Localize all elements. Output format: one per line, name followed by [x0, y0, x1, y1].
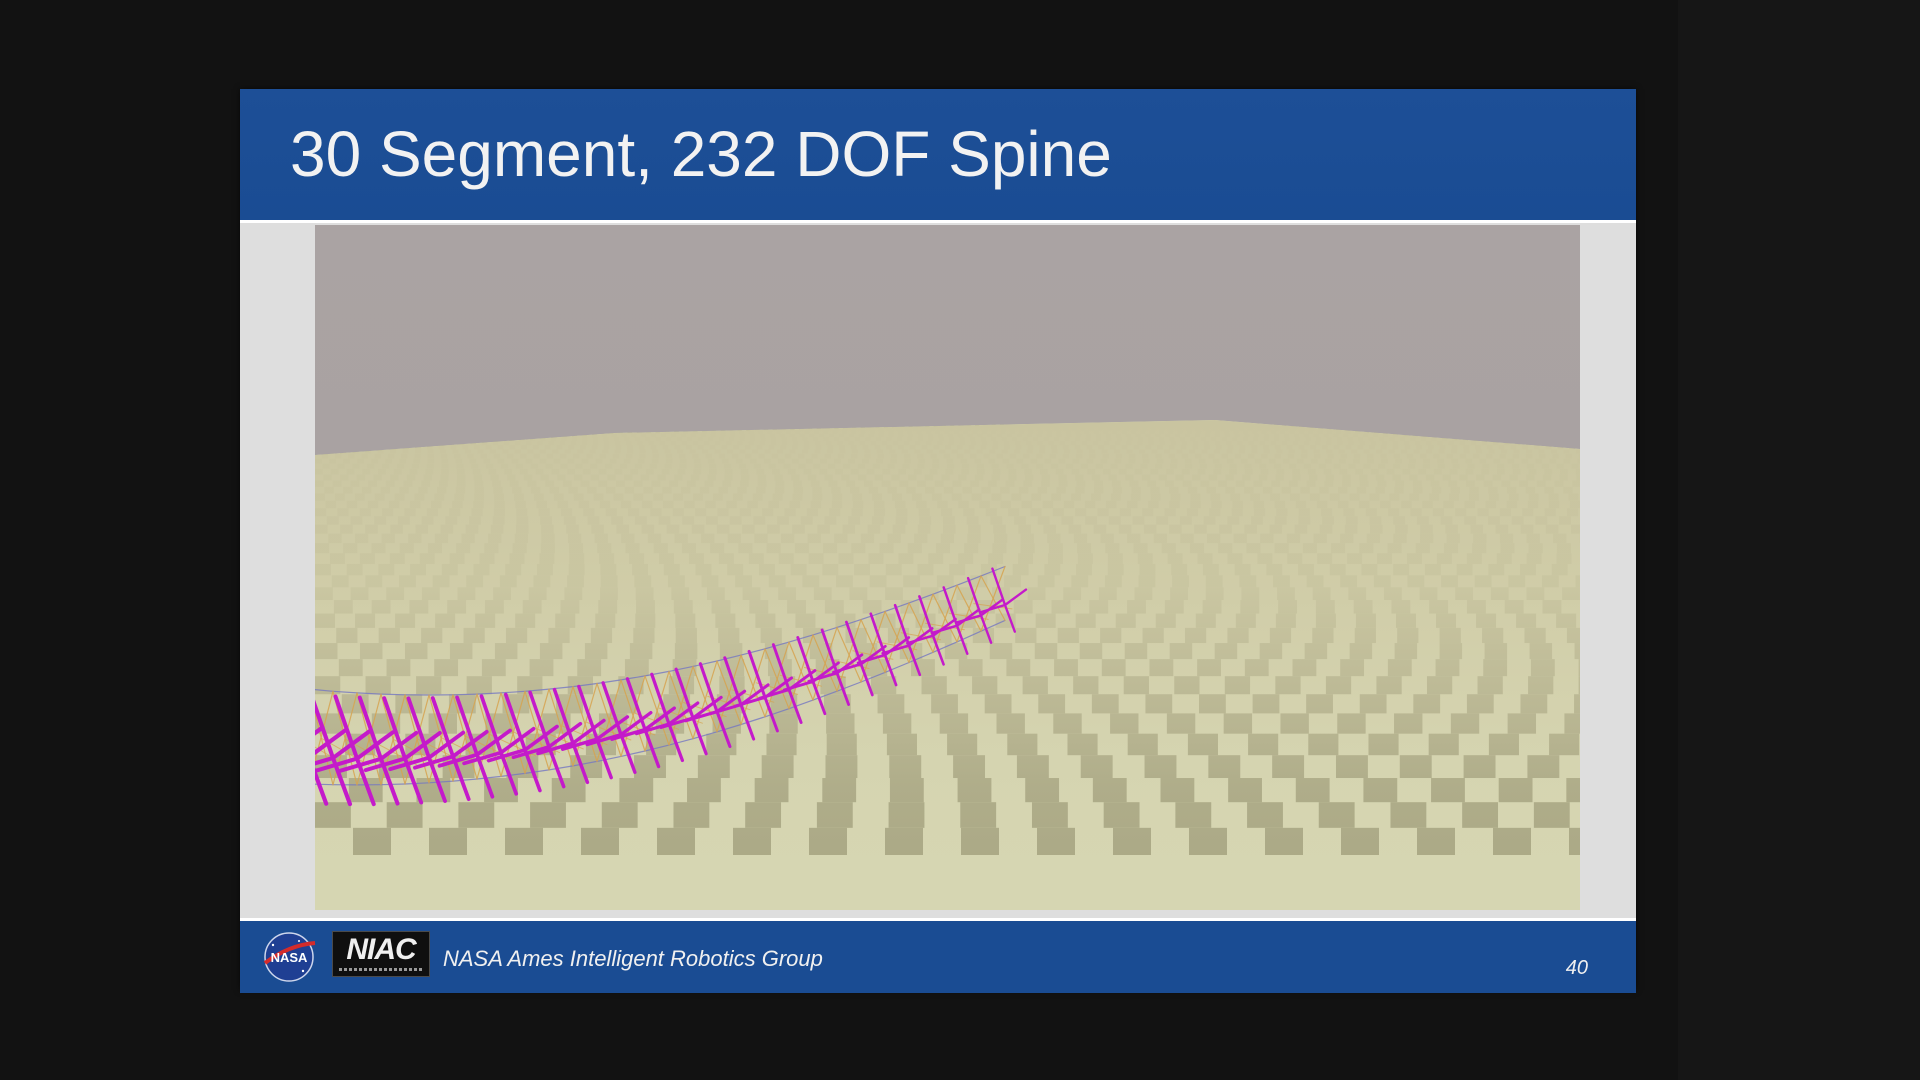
- niac-logo-text: NIAC: [346, 933, 416, 966]
- slide-header: 30 Segment, 232 DOF Spine: [240, 89, 1636, 223]
- nasa-logo: NASA: [263, 932, 316, 982]
- nasa-logo-text: NASA: [271, 950, 308, 965]
- niac-logo-subline: [339, 968, 423, 971]
- slide-footer: NASA NIAC NASA Ames Intelligent Robotics…: [240, 918, 1636, 993]
- niac-logo: NIAC: [332, 931, 430, 977]
- ground-plane: [315, 420, 1580, 910]
- background-strip: [1678, 0, 1920, 1080]
- page-number: 40: [1565, 957, 1588, 979]
- simulation-render: [315, 225, 1580, 910]
- presentation-slide: 30 Segment, 232 DOF Spine NASA NIAC NASA…: [240, 89, 1636, 993]
- footer-organization: NASA Ames Intelligent Robotics Group: [443, 946, 823, 971]
- screen: 30 Segment, 232 DOF Spine NASA NIAC NASA…: [0, 0, 1920, 1080]
- simulation-viewport: [315, 225, 1580, 910]
- slide-title: 30 Segment, 232 DOF Spine: [290, 118, 1112, 190]
